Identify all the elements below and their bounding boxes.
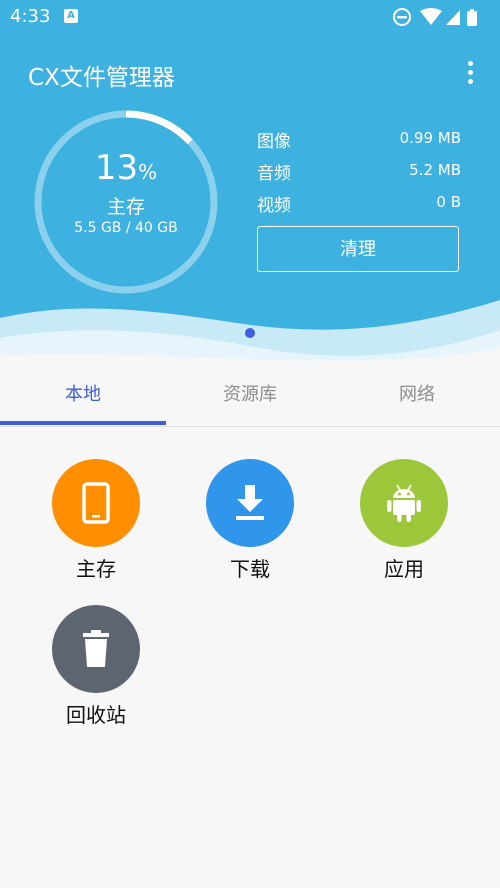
tab-library[interactable]: 资源库 (167, 372, 333, 422)
header: 4:33 A CX文件管理器 13% 主存 5.5 GB / 40 GB 图像 … (0, 0, 500, 372)
android-icon (387, 484, 421, 522)
tab-network[interactable]: 网络 (334, 372, 500, 422)
storage-circle (52, 459, 140, 547)
storage-label: 主存 (106, 196, 145, 218)
stat-value: 0.99 MB (399, 129, 461, 147)
tab-indicator (0, 421, 166, 425)
do-not-disturb-icon (393, 8, 411, 26)
grid-item-storage[interactable]: 主存 (36, 459, 156, 589)
grid-label: 应用 (384, 557, 424, 581)
signal-icon (446, 10, 460, 25)
stat-row-images: 图像 0.99 MB (257, 127, 461, 152)
downloads-circle (206, 459, 294, 547)
download-icon (236, 485, 264, 520)
grid-label: 主存 (76, 557, 116, 581)
storage-percent: 13% (94, 148, 158, 188)
grid-label: 回收站 (66, 703, 126, 727)
grid-item-recycle-bin[interactable]: 回收站 (36, 605, 156, 735)
grid-label: 下载 (230, 557, 270, 581)
stat-name: 音频 (257, 164, 291, 184)
stat-row-audio: 音频 5.2 MB (257, 159, 461, 184)
notification-icon: A (64, 9, 78, 23)
wifi-icon (420, 8, 442, 25)
battery-icon (467, 9, 477, 26)
stat-name: 图像 (257, 132, 291, 152)
tab-local[interactable]: 本地 (0, 372, 166, 422)
status-time: 4:33 (10, 6, 51, 27)
apps-circle (360, 459, 448, 547)
grid-item-downloads[interactable]: 下载 (190, 459, 310, 589)
wave-decoration (0, 300, 500, 372)
status-icons (392, 6, 492, 28)
storage-summary: 13% 主存 5.5 GB / 40 GB (30, 106, 222, 298)
tablet-icon (82, 482, 110, 524)
status-bar: 4:33 A (0, 0, 500, 34)
page-indicator-dot (245, 328, 255, 338)
stat-value: 5.2 MB (409, 161, 461, 179)
clean-button[interactable]: 清理 (257, 226, 459, 272)
more-options-icon[interactable] (460, 58, 480, 88)
app-title: CX文件管理器 (28, 65, 175, 91)
stat-value: 0 B (436, 193, 461, 211)
grid-item-apps[interactable]: 应用 (344, 459, 464, 589)
stat-name: 视频 (257, 196, 291, 216)
trash-icon (83, 630, 109, 667)
storage-detail: 5.5 GB / 40 GB (74, 220, 178, 236)
stat-row-video: 视频 0 B (257, 191, 461, 216)
recycle-bin-circle (52, 605, 140, 693)
tab-bar: 本地 资源库 网络 (0, 372, 500, 427)
